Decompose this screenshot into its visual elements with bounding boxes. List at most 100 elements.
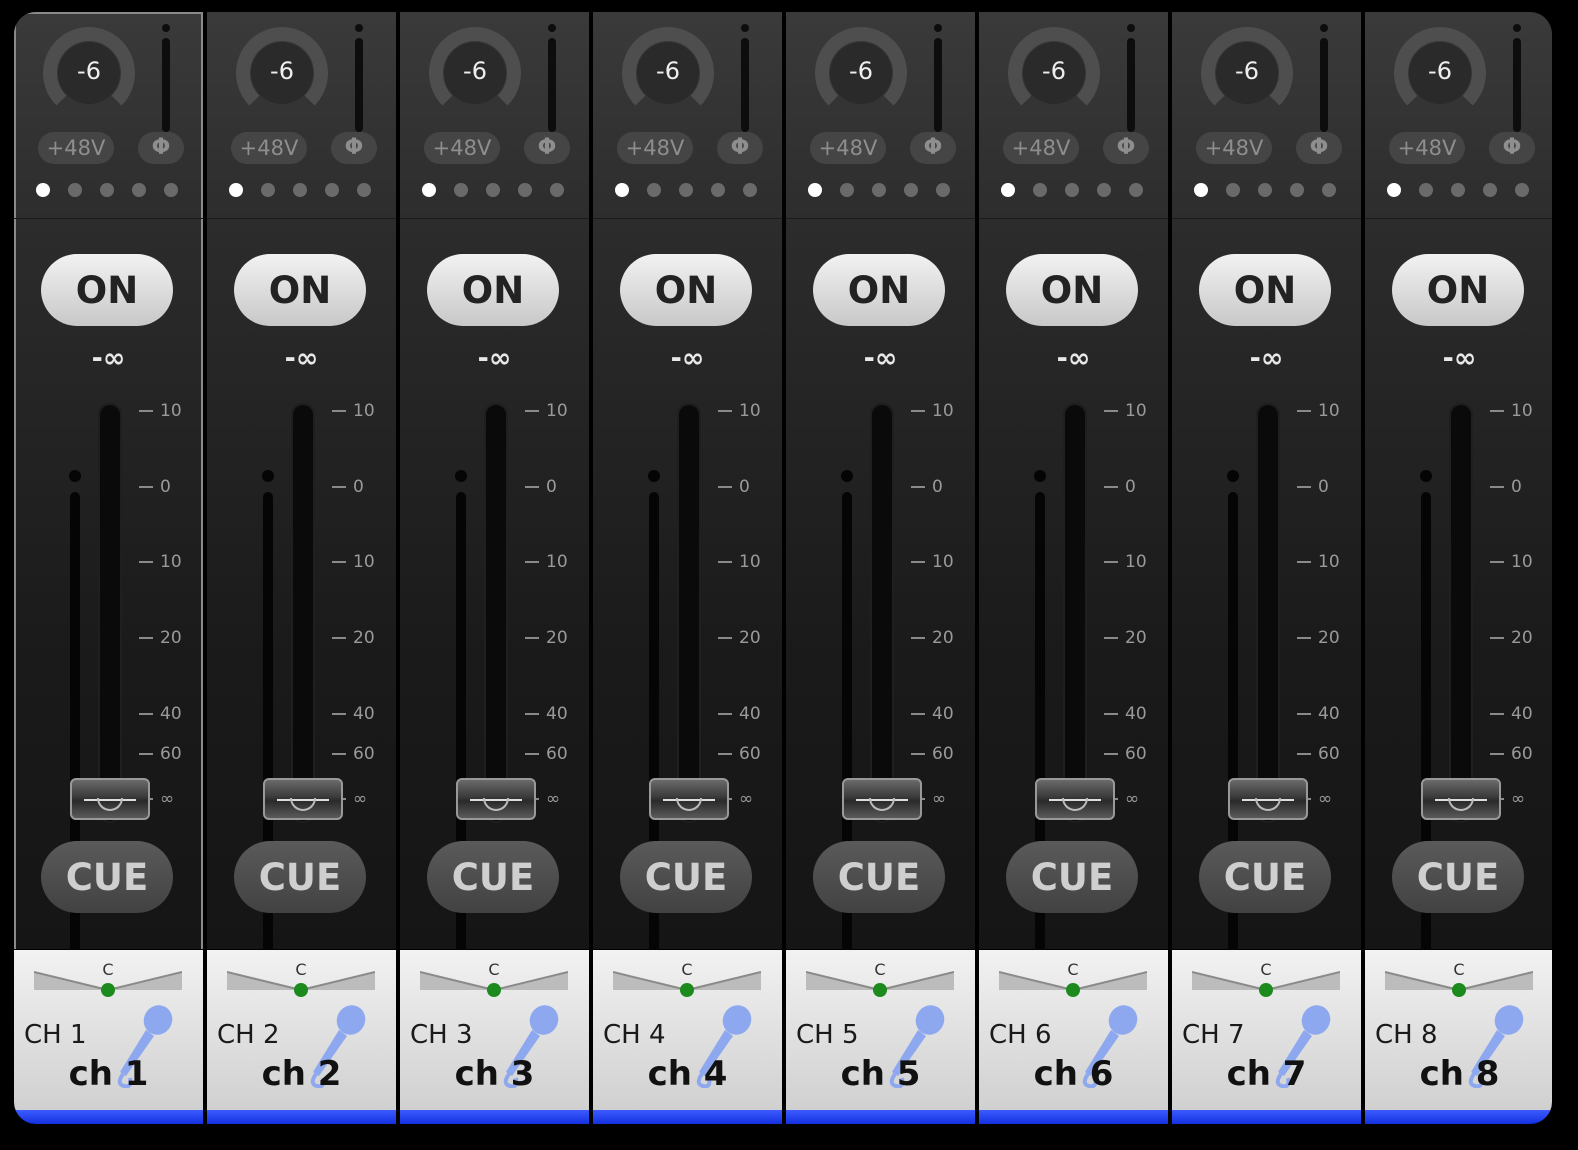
page-dot[interactable] — [1515, 183, 1529, 197]
page-dot[interactable] — [1419, 183, 1433, 197]
scale-tick — [525, 410, 539, 412]
phantom-power-button[interactable]: +48V — [810, 132, 886, 164]
channel-on-button[interactable]: ON — [427, 254, 559, 326]
phase-invert-button[interactable]: Φ — [1489, 132, 1535, 164]
page-dot[interactable] — [904, 183, 918, 197]
channel-name-area[interactable]: C CH 5 ch 5 — [786, 950, 975, 1110]
fader-handle[interactable] — [1035, 778, 1115, 820]
page-dot[interactable] — [840, 183, 854, 197]
page-dot[interactable] — [679, 183, 693, 197]
cue-button[interactable]: CUE — [234, 841, 366, 913]
phase-invert-button[interactable]: Φ — [1296, 132, 1342, 164]
phase-invert-button[interactable]: Φ — [138, 132, 184, 164]
fader-handle[interactable] — [263, 778, 343, 820]
page-dot[interactable] — [1290, 183, 1304, 197]
page-dot[interactable] — [808, 183, 822, 197]
channel-name-area[interactable]: C CH 8 ch 8 — [1365, 950, 1552, 1110]
phase-invert-button[interactable]: Φ — [524, 132, 570, 164]
channel-on-button[interactable]: ON — [41, 254, 173, 326]
phantom-power-button[interactable]: +48V — [1196, 132, 1272, 164]
cue-button[interactable]: CUE — [813, 841, 945, 913]
channel-on-button[interactable]: ON — [234, 254, 366, 326]
page-dot[interactable] — [1387, 183, 1401, 197]
page-dot[interactable] — [357, 183, 371, 197]
page-dot[interactable] — [936, 183, 950, 197]
cue-button[interactable]: CUE — [427, 841, 559, 913]
page-dot[interactable] — [1451, 183, 1465, 197]
page-dot[interactable] — [1097, 183, 1111, 197]
fader-track[interactable] — [484, 403, 508, 823]
page-dot[interactable] — [1065, 183, 1079, 197]
page-dot[interactable] — [36, 183, 50, 197]
page-dot[interactable] — [1194, 183, 1208, 197]
phase-invert-button[interactable]: Φ — [1103, 132, 1149, 164]
fader-track[interactable] — [1256, 403, 1280, 823]
page-dot[interactable] — [1322, 183, 1336, 197]
page-dot[interactable] — [1226, 183, 1240, 197]
phantom-power-button[interactable]: +48V — [424, 132, 500, 164]
channel-name-area[interactable]: C CH 1 ch 1 — [14, 950, 203, 1110]
channel-name-area[interactable]: C CH 2 ch 2 — [207, 950, 396, 1110]
fader-track[interactable] — [677, 403, 701, 823]
page-dot[interactable] — [711, 183, 725, 197]
gain-value: -6 — [1235, 57, 1259, 85]
fader-handle[interactable] — [649, 778, 729, 820]
page-dot[interactable] — [422, 183, 436, 197]
phantom-power-button[interactable]: +48V — [1003, 132, 1079, 164]
page-dot[interactable] — [486, 183, 500, 197]
cue-button[interactable]: CUE — [41, 841, 173, 913]
channel-on-button[interactable]: ON — [1392, 254, 1524, 326]
page-dot[interactable] — [743, 183, 757, 197]
phase-invert-button[interactable]: Φ — [717, 132, 763, 164]
fader-track[interactable] — [98, 403, 122, 823]
gain-meter — [160, 24, 172, 132]
page-dot[interactable] — [68, 183, 82, 197]
cue-button[interactable]: CUE — [1199, 841, 1331, 913]
channel-name-area[interactable]: C CH 4 ch 4 — [593, 950, 782, 1110]
page-dot[interactable] — [132, 183, 146, 197]
page-dot[interactable] — [872, 183, 886, 197]
fader-track[interactable] — [870, 403, 894, 823]
phantom-power-button[interactable]: +48V — [1389, 132, 1465, 164]
fader-handle[interactable] — [1228, 778, 1308, 820]
fader-track[interactable] — [1063, 403, 1087, 823]
channel-on-button[interactable]: ON — [1006, 254, 1138, 326]
phantom-power-button[interactable]: +48V — [38, 132, 114, 164]
channel-name-area[interactable]: C CH 6 ch 6 — [979, 950, 1168, 1110]
phantom-power-button[interactable]: +48V — [231, 132, 307, 164]
phase-invert-button[interactable]: Φ — [910, 132, 956, 164]
phantom-power-button[interactable]: +48V — [617, 132, 693, 164]
cue-button[interactable]: CUE — [1006, 841, 1138, 913]
scale-label: 10 — [1125, 552, 1147, 572]
page-dot[interactable] — [1258, 183, 1272, 197]
fader-handle[interactable] — [70, 778, 150, 820]
page-dot[interactable] — [1483, 183, 1497, 197]
page-dot[interactable] — [1129, 183, 1143, 197]
page-dot[interactable] — [229, 183, 243, 197]
channel-name-area[interactable]: C CH 7 ch 7 — [1172, 950, 1361, 1110]
page-dot[interactable] — [454, 183, 468, 197]
channel-on-button[interactable]: ON — [620, 254, 752, 326]
page-dot[interactable] — [325, 183, 339, 197]
channel-on-button[interactable]: ON — [1199, 254, 1331, 326]
page-dot[interactable] — [1001, 183, 1015, 197]
fader-handle[interactable] — [1421, 778, 1501, 820]
cue-button[interactable]: CUE — [620, 841, 752, 913]
page-dot[interactable] — [100, 183, 114, 197]
channel-name-area[interactable]: C CH 3 ch 3 — [400, 950, 589, 1110]
cue-button[interactable]: CUE — [1392, 841, 1524, 913]
fader-track[interactable] — [1449, 403, 1473, 823]
phase-invert-button[interactable]: Φ — [331, 132, 377, 164]
page-dot[interactable] — [164, 183, 178, 197]
fader-track[interactable] — [291, 403, 315, 823]
fader-handle[interactable] — [842, 778, 922, 820]
page-dot[interactable] — [550, 183, 564, 197]
fader-handle[interactable] — [456, 778, 536, 820]
page-dot[interactable] — [647, 183, 661, 197]
page-dot[interactable] — [615, 183, 629, 197]
page-dot[interactable] — [261, 183, 275, 197]
page-dot[interactable] — [293, 183, 307, 197]
page-dot[interactable] — [518, 183, 532, 197]
page-dot[interactable] — [1033, 183, 1047, 197]
channel-on-button[interactable]: ON — [813, 254, 945, 326]
